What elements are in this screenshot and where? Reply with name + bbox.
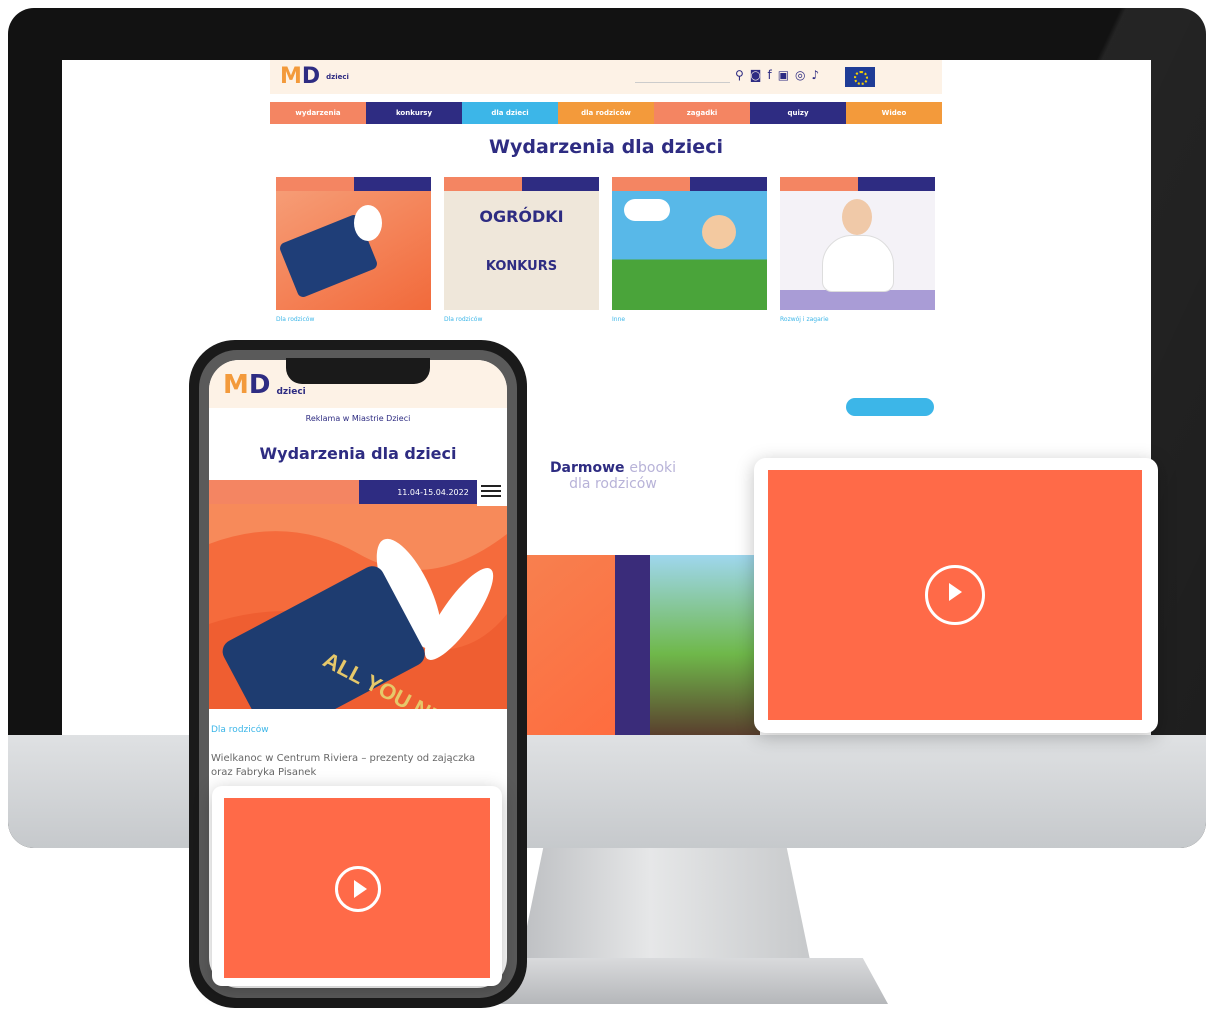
tiktok-icon[interactable]: ♪ xyxy=(812,68,820,82)
child-graphic xyxy=(702,215,736,249)
phone-event-image[interactable]: ALL YOU NEED xyxy=(209,504,507,709)
phone-event-description[interactable]: Wielkanoc w Centrum Riviera – prezenty o… xyxy=(211,752,481,780)
social-icons: ⚲ ◙ f ▣ ◎ ♪ xyxy=(735,68,819,82)
eu-funds-badge xyxy=(845,64,937,90)
facebook-icon[interactable]: f xyxy=(767,68,771,82)
search-input[interactable] xyxy=(635,68,730,83)
nav-item-dla-dzieci[interactable]: dla dzieci xyxy=(462,102,558,124)
site-logo[interactable]: MD dzieci xyxy=(280,64,349,89)
event-tags xyxy=(612,177,767,191)
event-tag-type xyxy=(209,480,359,504)
youtube-icon[interactable]: ▣ xyxy=(778,68,789,82)
imac-chin xyxy=(8,735,1206,848)
event-tags xyxy=(780,177,935,191)
ebooks-title: Darmowe ebooki xyxy=(518,460,708,476)
logo-m: M xyxy=(280,64,302,89)
imac-stand-base xyxy=(468,958,888,1004)
event-card[interactable]: Inne xyxy=(612,177,767,323)
play-icon[interactable] xyxy=(925,565,985,625)
ebooks-subtitle: dla rodziców xyxy=(569,476,657,492)
logo-d: D xyxy=(248,370,271,400)
pinterest-icon[interactable]: ◎ xyxy=(795,68,805,82)
video-player[interactable] xyxy=(224,798,490,978)
event-category[interactable]: Inne xyxy=(612,316,767,323)
nav-item-zagadki[interactable]: zagadki xyxy=(654,102,750,124)
logo-text: dzieci xyxy=(276,387,306,397)
logo-text: dzieci xyxy=(326,72,349,81)
event-thumbnail[interactable] xyxy=(276,177,431,310)
event-card[interactable]: OGRÓDKI KONKURS Dla rodziców xyxy=(444,177,599,323)
phone-event-category[interactable]: Dla rodziców xyxy=(211,725,269,735)
event-tags xyxy=(444,177,599,191)
nav-item-dla-rodzicow[interactable]: dla rodziców xyxy=(558,102,654,124)
site-topbar: MD dzieci ⚲ ◙ f ▣ ◎ ♪ xyxy=(270,60,942,94)
bunny-graphic xyxy=(354,205,382,241)
play-icon[interactable] xyxy=(335,866,381,912)
video-player[interactable] xyxy=(768,470,1142,720)
video-frame-desktop xyxy=(754,458,1158,733)
phone-event-tags: 11.04-15.04.2022 xyxy=(209,480,507,504)
event-tags xyxy=(276,177,431,191)
ebook-cover[interactable] xyxy=(615,555,760,735)
ad-link[interactable]: Reklama w Miastrie Dzieci xyxy=(209,414,507,423)
phone-page-title: Wydarzenia dla dzieci xyxy=(259,444,457,463)
ebooks-section: Darmowe ebooki dla rodziców xyxy=(518,460,708,492)
hero-illustration: ALL YOU NEED xyxy=(209,504,507,709)
event-cards: Dla rodziców OGRÓDKI KONKURS Dla rodzicó… xyxy=(276,177,935,323)
logo-m: M xyxy=(223,370,249,400)
page-title: Wydarzenia dla dzieci xyxy=(489,136,723,158)
video-frame-phone xyxy=(212,786,502,986)
ebook-cover-art xyxy=(650,555,760,735)
girl-graphic xyxy=(842,199,872,235)
eu-flag-icon xyxy=(845,67,875,87)
phone-notch xyxy=(286,358,430,384)
nav-item-konkursy[interactable]: konkursy xyxy=(366,102,462,124)
more-button[interactable] xyxy=(846,398,934,416)
hamburger-icon[interactable] xyxy=(477,476,507,506)
event-card[interactable]: Dla rodziców xyxy=(276,177,431,323)
event-category[interactable]: Rozwój i zagarie xyxy=(780,316,935,323)
event-category[interactable]: Dla rodziców xyxy=(444,316,599,323)
event-thumbnail[interactable] xyxy=(780,177,935,310)
nav-item-quizy[interactable]: quizy xyxy=(750,102,846,124)
logo-d: D xyxy=(301,64,321,89)
event-category[interactable]: Dla rodziców xyxy=(276,316,431,323)
event-thumbnail[interactable] xyxy=(612,177,767,310)
thumb-subtitle: KONKURS xyxy=(485,259,558,274)
ebooks-title-light: ebooki xyxy=(629,460,677,476)
girl-body-graphic xyxy=(822,235,894,292)
ebooks-title-bold: Darmowe xyxy=(549,460,625,476)
main-nav: wydarzenia konkursy dla dzieci dla rodzi… xyxy=(270,102,942,124)
nav-item-wideo[interactable]: Wideo xyxy=(846,102,942,124)
search-icon[interactable]: ⚲ xyxy=(735,68,744,82)
thumb-title: OGRÓDKI xyxy=(479,207,564,226)
event-thumbnail[interactable]: OGRÓDKI KONKURS xyxy=(444,177,599,310)
instagram-icon[interactable]: ◙ xyxy=(750,68,762,82)
imac-stand xyxy=(520,848,810,960)
nav-item-wydarzenia[interactable]: wydarzenia xyxy=(270,102,366,124)
event-card[interactable]: Rozwój i zagarie xyxy=(780,177,935,323)
speech-bubble xyxy=(624,199,670,221)
